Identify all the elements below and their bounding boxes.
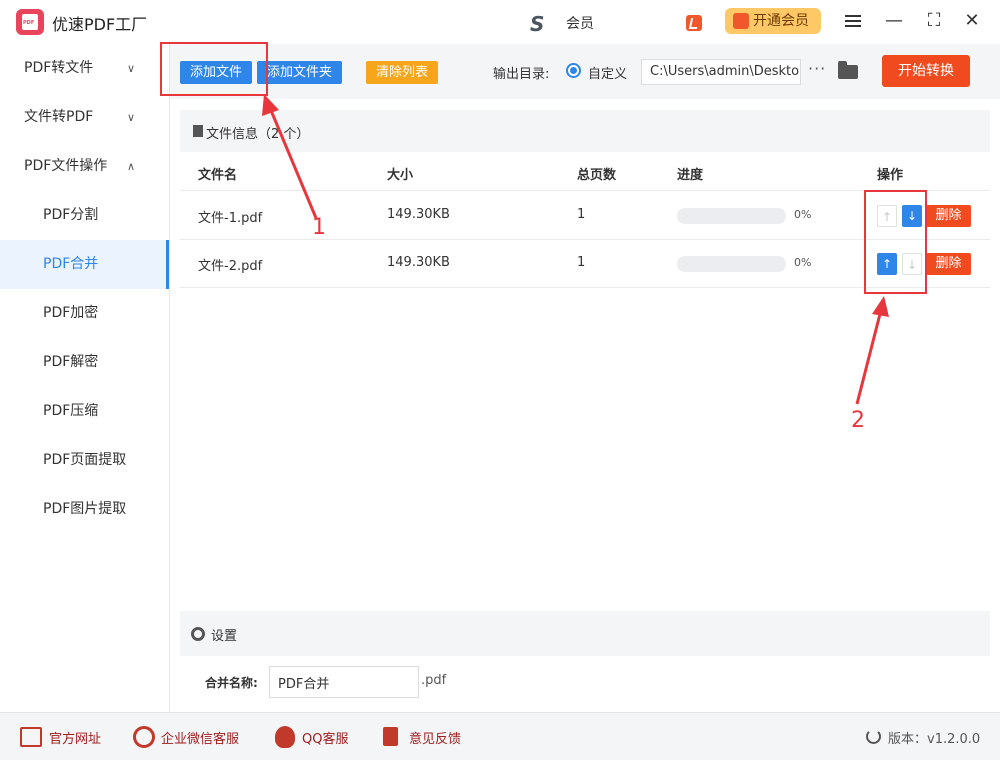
- add-folder-button[interactable]: 添加文件夹: [257, 61, 342, 84]
- title-bar: 优速PDF工厂 S 会员 开通会员 — ⛶ ✕: [0, 0, 1000, 44]
- file-name: 文件-2.pdf: [198, 259, 263, 274]
- settings-body: 合并名称: .pdf: [180, 656, 990, 711]
- maximize-icon[interactable]: ⛶: [924, 10, 944, 32]
- output-custom-label[interactable]: 自定义: [588, 63, 627, 82]
- output-custom-radio[interactable]: [566, 63, 581, 78]
- sidebar-group-file-to-pdf[interactable]: 文件转PDF ∨: [0, 93, 169, 142]
- minimize-icon[interactable]: —: [884, 10, 904, 32]
- delete-button[interactable]: 删除: [926, 205, 971, 227]
- merge-name-input[interactable]: [269, 666, 419, 698]
- version-label: 版本：v1.2.0.0: [888, 732, 981, 747]
- col-progress: 进度: [677, 168, 704, 183]
- menu-icon[interactable]: [843, 10, 863, 32]
- qq-support-link[interactable]: QQ客服: [302, 728, 348, 747]
- sidebar: PDF转文件 ∨ 文件转PDF ∨ PDF文件操作 ∧ PDF分割 PDF合并 …: [0, 44, 170, 712]
- chevron-down-icon: ∨: [126, 111, 135, 124]
- table-header: 文件名 大小 总页数 进度 操作: [180, 152, 990, 191]
- sidebar-item-pdf-page-extract[interactable]: PDF页面提取: [0, 436, 169, 485]
- vip-button[interactable]: 开通会员: [725, 8, 821, 34]
- website-icon[interactable]: [20, 727, 42, 747]
- more-icon[interactable]: ···: [808, 59, 826, 78]
- user-avatar-icon[interactable]: S: [530, 12, 544, 36]
- sidebar-item-pdf-image-extract[interactable]: PDF图片提取: [0, 485, 169, 534]
- file-name: 文件-1.pdf: [198, 211, 263, 226]
- website-link[interactable]: 官方网址: [49, 728, 101, 747]
- file-panel-header: 文件信息（2 个）: [180, 110, 990, 152]
- progress-bar: [677, 208, 786, 224]
- sidebar-item-pdf-merge[interactable]: PDF合并: [0, 240, 169, 289]
- footer: 官方网址 企业微信客服 QQ客服 意见反馈 版本：v1.2.0.0: [0, 712, 1000, 760]
- sidebar-item-pdf-decrypt[interactable]: PDF解密: [0, 338, 169, 387]
- vip-icon: [733, 13, 749, 29]
- sidebar-group-label: PDF文件操作: [24, 158, 108, 174]
- file-size: 149.30KB: [387, 207, 450, 222]
- progress-bar: [677, 256, 786, 272]
- col-size: 大小: [387, 168, 414, 183]
- vip-button-label: 开通会员: [753, 13, 809, 29]
- start-convert-button[interactable]: 开始转换: [882, 55, 970, 87]
- wechat-support-link[interactable]: 企业微信客服: [161, 728, 239, 747]
- sidebar-item-pdf-split[interactable]: PDF分割: [0, 191, 169, 240]
- sidebar-group-pdf-to-file[interactable]: PDF转文件 ∨: [0, 44, 169, 93]
- sidebar-item-pdf-encrypt[interactable]: PDF加密: [0, 289, 169, 338]
- toolbar: 添加文件 添加文件夹 清除列表 输出目录: 自定义 C:\Users\admin…: [170, 44, 1000, 99]
- sidebar-group-label: 文件转PDF: [24, 109, 94, 125]
- settings-title: 设置: [211, 629, 238, 644]
- user-name[interactable]: 会员: [566, 13, 594, 33]
- output-dir-label: 输出目录:: [493, 67, 550, 82]
- sidebar-item-pdf-compress[interactable]: PDF压缩: [0, 387, 169, 436]
- file-pages: 1: [577, 207, 586, 222]
- chevron-down-icon: ∨: [126, 62, 135, 75]
- progress-percent: 0%: [794, 256, 812, 269]
- sidebar-group-pdf-operations[interactable]: PDF文件操作 ∧: [0, 142, 169, 191]
- close-icon[interactable]: ✕: [962, 10, 982, 32]
- sidebar-group-label: PDF转文件: [24, 60, 94, 76]
- annotation-label-2: 2: [851, 408, 865, 433]
- progress-percent: 0%: [794, 208, 812, 221]
- col-actions: 操作: [877, 168, 904, 183]
- annotation-label-1: 1: [312, 215, 326, 240]
- refresh-icon[interactable]: [866, 729, 881, 744]
- col-pages: 总页数: [577, 168, 617, 183]
- gear-icon: [191, 627, 205, 641]
- clear-list-button[interactable]: 清除列表: [366, 61, 438, 84]
- wechat-icon[interactable]: [133, 726, 155, 748]
- vip-badge-icon[interactable]: [686, 15, 702, 31]
- settings-header: 设置: [180, 611, 990, 656]
- file-panel-title: 文件信息（2 个）: [206, 127, 310, 142]
- app-logo-icon: [16, 9, 44, 35]
- chevron-up-icon: ∧: [126, 160, 135, 173]
- delete-button[interactable]: 删除: [926, 253, 971, 275]
- merge-extension: .pdf: [421, 673, 447, 688]
- file-pages: 1: [577, 255, 586, 270]
- document-icon: [193, 125, 203, 137]
- app-title: 优速PDF工厂: [52, 15, 148, 34]
- feedback-icon[interactable]: [383, 727, 398, 746]
- annotation-box-2: [864, 190, 927, 294]
- qq-icon[interactable]: [275, 726, 295, 748]
- app-window: 优速PDF工厂 S 会员 开通会员 — ⛶ ✕ PDF转文件 ∨ 文件转PDF …: [0, 0, 1000, 760]
- file-size: 149.30KB: [387, 255, 450, 270]
- feedback-link[interactable]: 意见反馈: [409, 728, 461, 747]
- folder-icon[interactable]: [838, 61, 858, 79]
- file-panel: 文件信息（2 个） 文件名 大小 总页数 进度 操作 文件-1.pdf 149.…: [180, 110, 990, 610]
- merge-name-label: 合并名称:: [205, 676, 258, 690]
- annotation-box-1: [160, 42, 268, 96]
- output-path-input[interactable]: C:\Users\admin\Deskto: [641, 59, 801, 85]
- col-name: 文件名: [198, 168, 238, 183]
